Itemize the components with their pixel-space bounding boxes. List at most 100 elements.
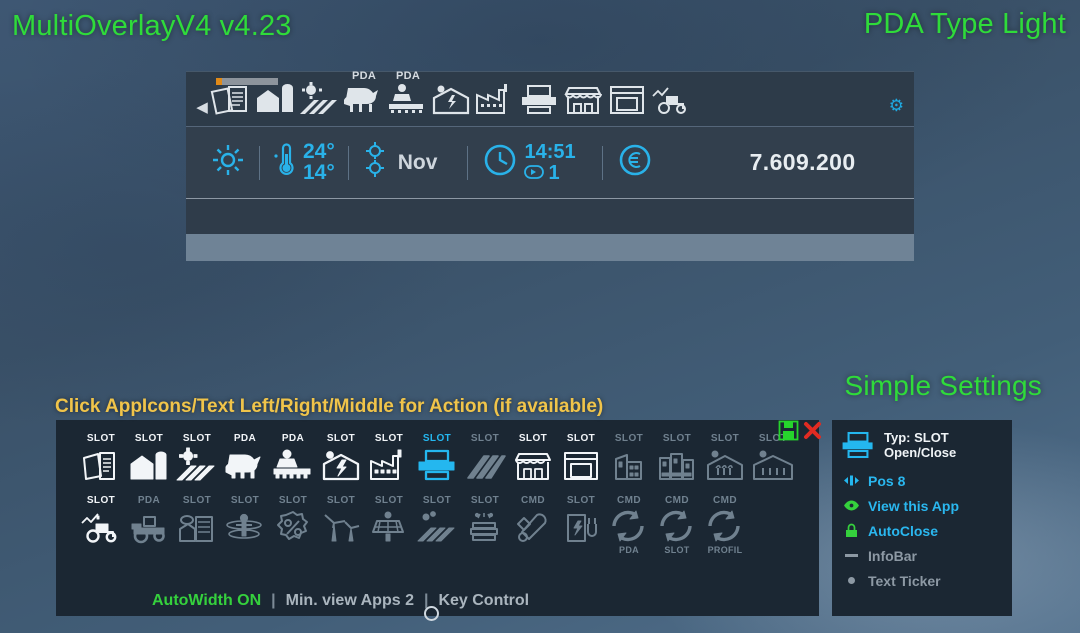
app-slot-refresh[interactable]: CMD PROFIL	[702, 494, 748, 555]
game-speed: 1	[548, 161, 560, 184]
settings-header-text: Typ: SLOT Open/Close	[884, 430, 956, 461]
app-slot-refresh[interactable]: CMD SLOT	[654, 494, 700, 555]
app-slot-refresh[interactable]: CMD PDA	[606, 494, 652, 555]
documents-icon	[80, 445, 122, 485]
settings-header: Typ: SLOT Open/Close	[840, 428, 1012, 462]
app-icon-shop[interactable]	[562, 82, 606, 122]
wind-turbine-icon	[320, 507, 362, 547]
settings-row-view-app[interactable]: View this App	[840, 493, 1012, 518]
settings-row-position[interactable]: Pos 8	[840, 468, 1012, 493]
config-status-line: AutoWidth ON | Min. view Apps 2 | Key Co…	[56, 592, 819, 610]
app-icon-tractor-stats[interactable]	[650, 82, 694, 122]
app-slot-wind-turbine[interactable]: SLOT	[318, 494, 364, 552]
app-slot-greenhouse[interactable]: SLOT	[702, 432, 748, 490]
app-icon-label: PDA	[395, 70, 421, 82]
app-slot-tools[interactable]: CMD	[510, 494, 556, 552]
min-view-apps[interactable]: Min. view Apps 2	[286, 592, 414, 610]
app-icon-gallery[interactable]	[606, 82, 650, 122]
pda-empty-row	[186, 198, 914, 234]
app-icon-field-sun[interactable]	[298, 82, 342, 122]
app-slot-discount-percent[interactable]: SLOT	[270, 494, 316, 552]
temperature-values: 24° 14°	[303, 140, 335, 182]
hint-text: Click AppIcons/Text Left/Right/Middle fo…	[55, 396, 604, 417]
gear-icon[interactable]: ⚙	[889, 97, 904, 114]
tractor-icon	[128, 507, 170, 547]
app-slot-type-label: SLOT	[326, 495, 356, 506]
app-slot-type-label: SLOT	[662, 433, 692, 444]
solar-panel-icon	[368, 507, 410, 547]
app-slot-type-label: SLOT	[230, 495, 260, 506]
save-disk-icon[interactable]	[778, 420, 799, 441]
close-x-icon[interactable]	[802, 420, 823, 441]
euro-icon[interactable]	[616, 141, 654, 184]
app-slot-type-label: SLOT	[518, 433, 548, 444]
storage-fill-icon	[176, 507, 218, 547]
app-icon-factory[interactable]	[474, 82, 518, 122]
chevron-left-icon[interactable]: ◀	[194, 94, 210, 120]
app-slot-solar-panel[interactable]: SLOT	[366, 494, 412, 552]
pda-text-ticker[interactable]	[186, 234, 914, 261]
divider	[347, 145, 349, 180]
app-icon-farm-silo[interactable]	[254, 82, 298, 122]
app-slot-animals[interactable]: PDA	[222, 432, 268, 490]
app-slot-documents[interactable]: SLOT	[78, 432, 124, 490]
position-arrows-icon	[843, 473, 860, 488]
pda-overlay-widget: ◀ PDA PDA ⚙ 24° 14° Nov 14:51 1 7.609.20…	[186, 70, 914, 261]
app-slot-charging-station[interactable]: SLOT	[558, 494, 604, 552]
app-slot-building-small[interactable]: SLOT	[606, 432, 652, 490]
app-icon-production-worker[interactable]: PDA	[386, 70, 430, 122]
app-slot-type-label: SLOT	[470, 495, 500, 506]
app-slot-shop[interactable]: SLOT	[510, 432, 556, 490]
app-slot-beehive[interactable]: SLOT	[462, 494, 508, 552]
app-slot-storage-fill[interactable]: SLOT	[174, 494, 220, 552]
app-icon-printer-slot[interactable]	[518, 82, 562, 122]
app-slot-row-2: SLOT PDA SLOT SLOT SLOT SLOT SLOT SLOT SLOT CMD SL…	[78, 494, 819, 555]
temp-high: 24°	[303, 140, 335, 164]
app-slot-factory[interactable]: SLOT	[366, 432, 412, 490]
app-icon-animals[interactable]: PDA	[342, 70, 386, 122]
dash-icon	[843, 554, 860, 557]
field-sun-icon	[176, 445, 218, 485]
app-slot-type-label: PDA	[281, 433, 305, 444]
settings-action: Open/Close	[884, 445, 957, 460]
sun-icon[interactable]	[210, 142, 246, 183]
app-slot-type-label: SLOT	[470, 433, 500, 444]
animals-icon	[224, 445, 266, 485]
tools-icon	[512, 507, 554, 547]
app-icon-power-barn[interactable]	[430, 82, 474, 122]
app-slot-farm-silo[interactable]: SLOT	[126, 432, 172, 490]
refresh-icon	[608, 507, 650, 547]
app-slot-type-label: CMD	[713, 495, 737, 506]
autowidth-toggle[interactable]: AutoWidth ON	[152, 592, 261, 610]
settings-row-text-ticker[interactable]: Text Ticker	[840, 568, 1012, 593]
settings-type: Typ: SLOT	[884, 429, 949, 445]
app-slot-power-barn[interactable]: SLOT	[318, 432, 364, 490]
app-slot-building-large[interactable]: SLOT	[654, 432, 700, 490]
key-control-button[interactable]: Key Control	[438, 592, 529, 610]
settings-row-infobar[interactable]: InfoBar	[840, 543, 1012, 568]
clock-icon[interactable]	[481, 141, 519, 184]
settings-row-label: AutoClose	[868, 522, 938, 539]
settings-row-label: InfoBar	[868, 547, 917, 564]
settings-row-autoclose[interactable]: AutoClose	[840, 518, 1012, 543]
month-label: Nov	[397, 150, 438, 174]
tractor-stats-icon	[80, 507, 122, 547]
app-slot-tractor[interactable]: PDA	[126, 494, 172, 552]
app-slot-tractor-stats[interactable]: SLOT	[78, 494, 124, 552]
app-slot-planks[interactable]: SLOT	[462, 432, 508, 490]
app-slot-production-worker[interactable]: PDA	[270, 432, 316, 490]
growth-stage-icon[interactable]	[362, 141, 390, 184]
play-speed-icon[interactable]	[524, 163, 545, 184]
app-slot-printer-slot[interactable]: SLOT	[414, 432, 460, 490]
thermometer-icon[interactable]	[273, 142, 299, 183]
app-slot-field-sun[interactable]: SLOT	[174, 432, 220, 490]
app-icon-documents[interactable]	[210, 82, 254, 122]
refresh-icon	[704, 507, 746, 547]
app-slot-seeding-field[interactable]: SLOT	[414, 494, 460, 552]
beehive-icon	[464, 507, 506, 547]
app-slot-gallery[interactable]: SLOT	[558, 432, 604, 490]
gallery-icon	[560, 445, 602, 485]
farm-silo-icon	[128, 445, 170, 485]
divider	[601, 145, 603, 180]
app-slot-worker-field[interactable]: SLOT	[222, 494, 268, 552]
